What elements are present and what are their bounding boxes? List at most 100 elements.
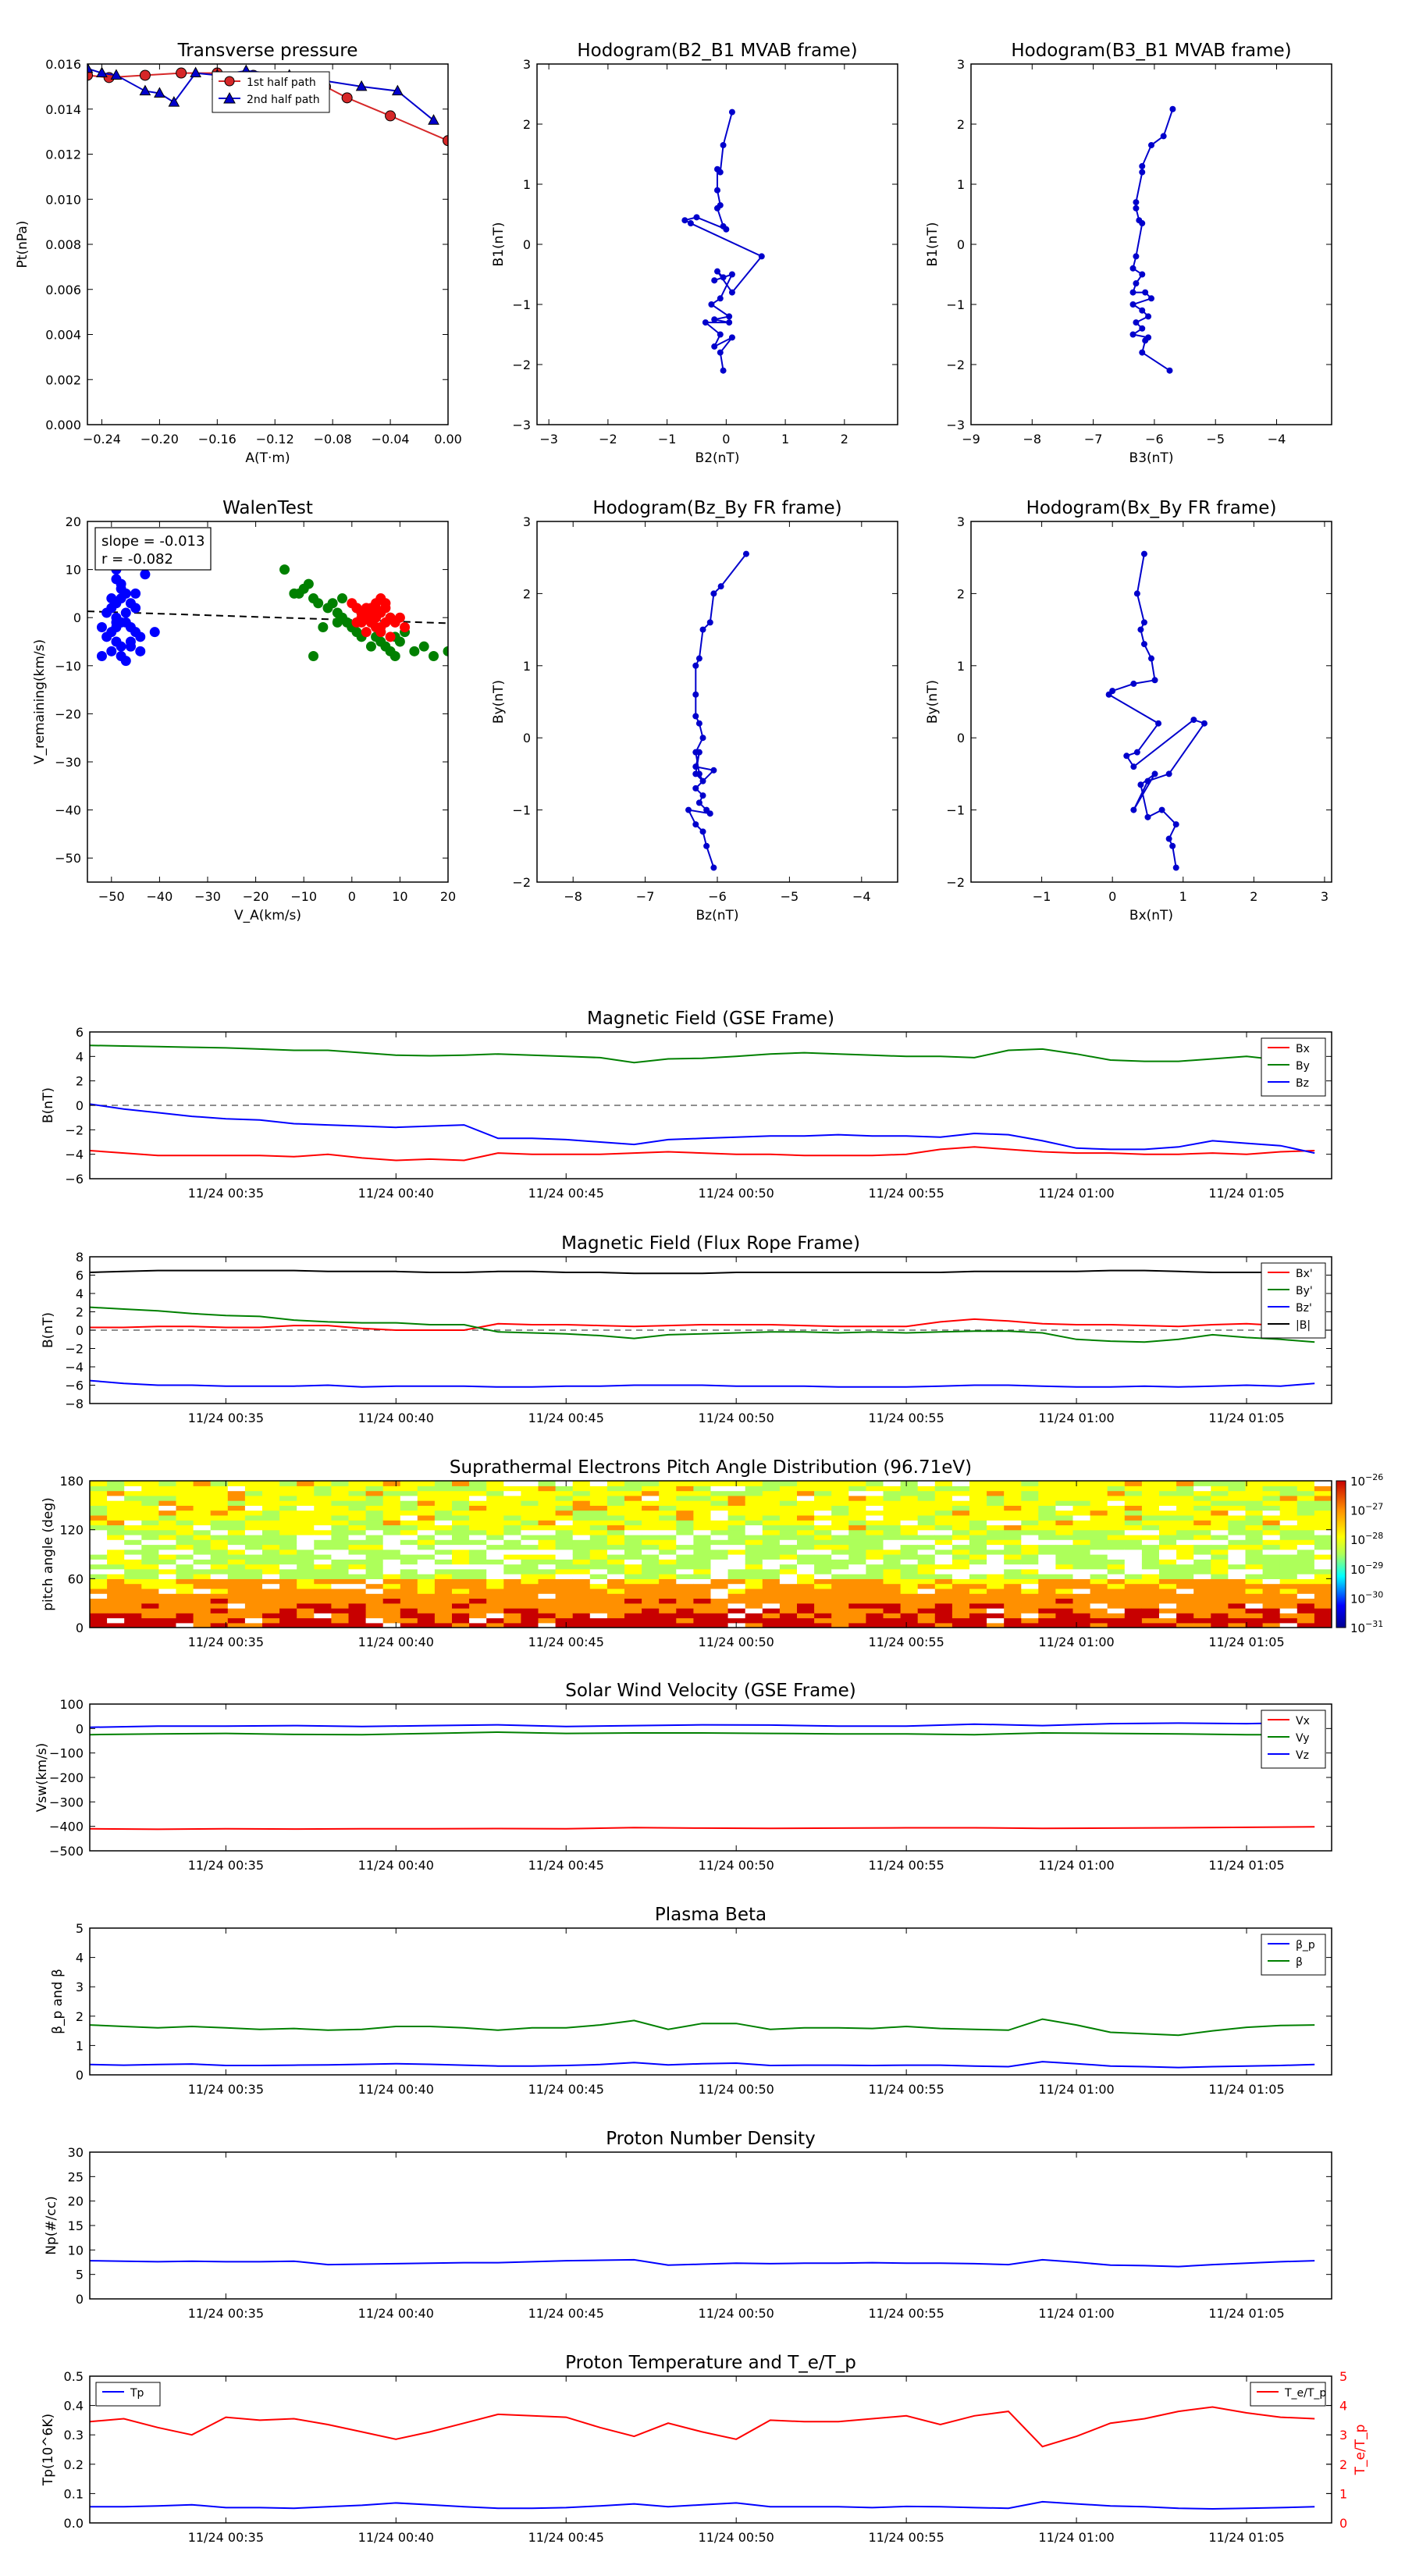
heatmap-cell	[124, 1495, 142, 1501]
heatmap-cell	[279, 1510, 297, 1516]
heatmap-cell	[107, 1529, 125, 1535]
y-axis-label: By(nT)	[491, 680, 507, 724]
heatmap-cell	[1107, 1539, 1126, 1546]
heatmap-cell	[348, 1574, 367, 1579]
heatmap-cell	[1314, 1568, 1332, 1574]
hodogram-point	[710, 590, 717, 597]
heatmap-cell	[141, 1598, 159, 1604]
heatmap-cell	[814, 1520, 832, 1525]
y-axis-label: V_remaining(km/s)	[32, 639, 48, 764]
x-tick-label: 11/24 01:00	[1038, 2306, 1114, 2321]
heatmap-cell	[1211, 1583, 1229, 1589]
heatmap-cell	[1124, 1583, 1143, 1589]
legend: 1st half path2nd half path	[212, 71, 330, 113]
heatmap-cell	[642, 1593, 660, 1599]
x-tick-label: 0	[722, 432, 730, 447]
heatmap-cell	[365, 1510, 384, 1516]
heatmap-cell	[917, 1514, 936, 1521]
heatmap-cell	[1159, 1495, 1177, 1501]
heatmap-cell	[314, 1583, 332, 1589]
x-tick-label: 11/24 00:55	[868, 1411, 944, 1425]
heatmap-cell	[1176, 1554, 1194, 1560]
heatmap-cell	[606, 1598, 625, 1604]
heatmap-cell	[158, 1505, 177, 1511]
heatmap-cell	[210, 1520, 229, 1525]
heatmap-cell	[745, 1593, 763, 1599]
hodogram-point	[714, 187, 720, 194]
heatmap-cell	[1055, 1578, 1074, 1585]
heatmap-cell	[1124, 1588, 1143, 1594]
heatmap-cell	[521, 1613, 539, 1619]
heatmap-cell	[1245, 1583, 1264, 1589]
heatmap-cell	[883, 1514, 902, 1521]
heatmap-cell	[779, 1568, 798, 1574]
heatmap-cell	[1176, 1505, 1194, 1511]
heatmap-cell	[951, 1510, 970, 1516]
y-tick-label: 3	[523, 57, 531, 72]
heatmap-cell	[1159, 1510, 1177, 1516]
heatmap-cell	[1004, 1607, 1022, 1614]
heatmap-cell	[382, 1495, 401, 1501]
heatmap-cell	[503, 1529, 521, 1535]
heatmap-cell	[900, 1495, 919, 1501]
heatmap-cell	[297, 1549, 315, 1555]
heatmap-cell	[866, 1490, 884, 1496]
heatmap-cell	[400, 1559, 418, 1565]
heatmap-cell	[227, 1578, 246, 1585]
heatmap-cell	[244, 1500, 263, 1506]
hodogram-point	[693, 214, 700, 221]
heatmap-cell	[831, 1583, 849, 1589]
heatmap-cell	[1314, 1598, 1332, 1604]
heatmap-cell	[624, 1593, 642, 1599]
heatmap-cell	[521, 1559, 539, 1565]
chart-walen-test: −50−40−30−20−1001020−50 −40 −30 −20 −10 0 10 20…	[32, 498, 456, 923]
heatmap-cell	[676, 1554, 694, 1560]
heatmap-cell	[848, 1539, 866, 1546]
heatmap-cell	[659, 1510, 677, 1516]
heatmap-cell	[452, 1485, 470, 1492]
heatmap-cell	[1141, 1568, 1160, 1574]
heatmap-cell	[365, 1598, 384, 1604]
heatmap-cell	[659, 1505, 677, 1511]
heatmap-cell	[745, 1583, 763, 1589]
heatmap-cell	[1314, 1495, 1332, 1501]
heatmap-cell	[1159, 1607, 1177, 1614]
heatmap-cell	[934, 1505, 953, 1511]
heatmap-cell	[1297, 1534, 1315, 1540]
slope-text: slope = -0.013	[101, 533, 205, 550]
heatmap-cell	[124, 1539, 142, 1546]
heatmap-cell	[314, 1490, 332, 1496]
heatmap-cell	[1297, 1485, 1315, 1492]
legend-label: Bz	[1296, 1077, 1309, 1090]
heatmap-cell	[262, 1613, 280, 1619]
heatmap-cell	[866, 1520, 884, 1525]
heatmap-cell	[1193, 1613, 1211, 1619]
heatmap-cell	[365, 1564, 384, 1570]
heatmap-cell	[934, 1593, 953, 1599]
heatmap-cell	[538, 1578, 557, 1585]
hodogram-point	[1172, 821, 1179, 828]
y-tick-label: 0	[76, 1621, 84, 1635]
heatmap-cell	[1055, 1534, 1074, 1540]
heatmap-cell	[1176, 1529, 1194, 1535]
heatmap-cell	[693, 1505, 712, 1511]
heatmap-cell	[659, 1539, 677, 1546]
heatmap-cell	[883, 1613, 902, 1619]
heatmap-cell	[141, 1568, 159, 1574]
heatmap-cell	[348, 1495, 367, 1501]
y-tick-label: 0.2	[64, 2457, 84, 2472]
heatmap-cell	[314, 1481, 332, 1486]
heatmap-cell	[1004, 1525, 1022, 1531]
heatmap-cell	[1021, 1578, 1039, 1585]
heatmap-cell	[158, 1544, 177, 1550]
heatmap-cell	[434, 1485, 453, 1492]
heatmap-cell	[814, 1544, 832, 1550]
heatmap-cell	[624, 1603, 642, 1609]
x-tick-label: 11/24 01:05	[1208, 2082, 1284, 2097]
heatmap-cell	[1021, 1574, 1039, 1579]
heatmap-cell	[659, 1495, 677, 1501]
heatmap-cell	[642, 1598, 660, 1604]
heatmap-cell	[1245, 1578, 1264, 1585]
heatmap-cell	[417, 1485, 436, 1492]
heatmap-cell	[572, 1544, 591, 1550]
